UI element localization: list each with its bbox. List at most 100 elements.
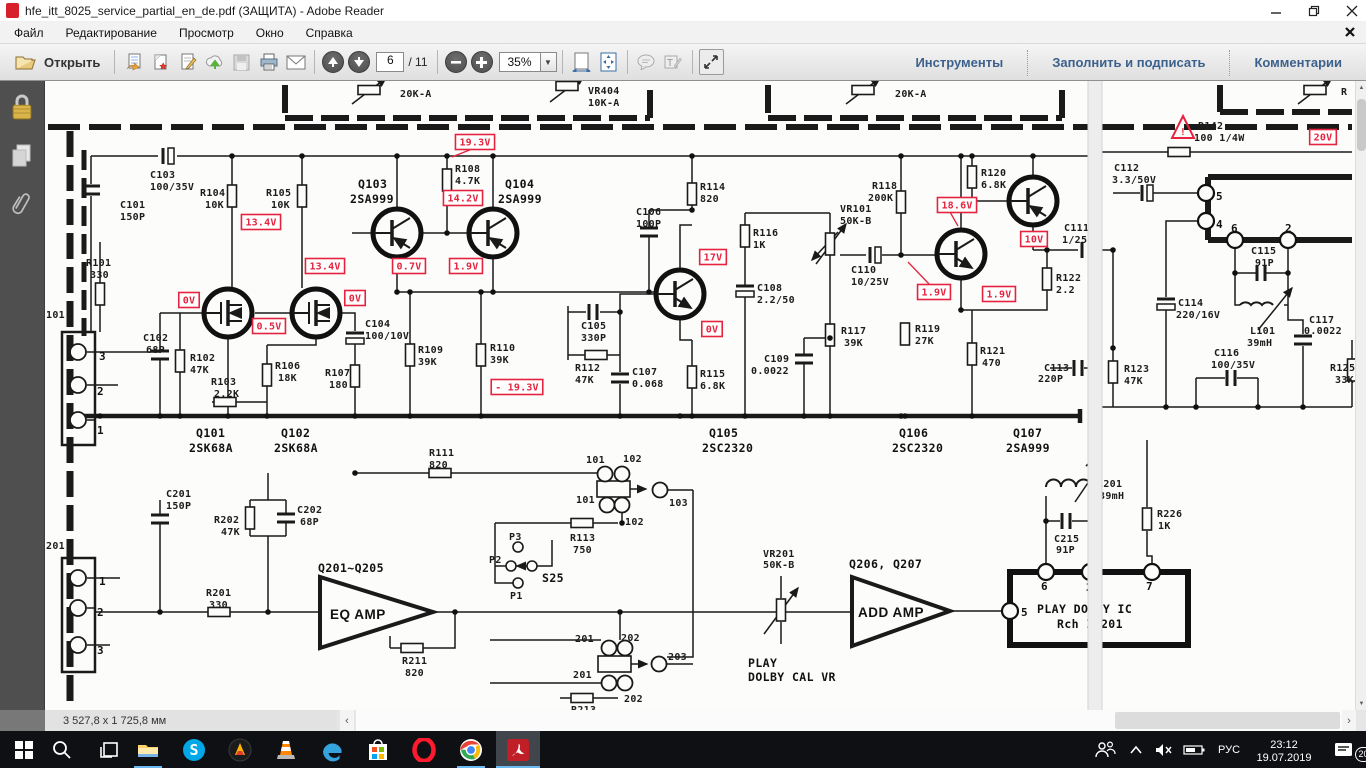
previous-page-button[interactable] [322, 51, 344, 73]
svg-text:C202: C202 [297, 505, 322, 516]
svg-text:100/35V: 100/35V [150, 182, 194, 193]
print-icon [259, 53, 279, 71]
svg-text:14.2V: 14.2V [447, 194, 478, 205]
file-explorer-button[interactable] [126, 731, 170, 768]
svg-text:R226: R226 [1157, 509, 1182, 520]
sign-document-button[interactable] [175, 49, 200, 75]
microsoft-store-button[interactable] [356, 731, 400, 768]
lock-icon[interactable] [10, 93, 34, 121]
page-number-input[interactable]: 6 [376, 52, 404, 72]
text-markup-button[interactable]: T [661, 49, 686, 75]
chrome-button[interactable] [449, 731, 493, 768]
people-icon[interactable] [1088, 741, 1122, 759]
scroll-down-icon[interactable]: ▼ [1356, 697, 1366, 710]
tray-chevron-icon[interactable] [1122, 746, 1150, 754]
open-button[interactable]: Открыть [8, 50, 109, 75]
expand-arrows-icon [703, 54, 719, 70]
reading-mode-button[interactable] [699, 49, 724, 75]
scroll-left-icon[interactable]: ‹ [340, 710, 354, 731]
opera-button[interactable] [402, 731, 446, 768]
windows-logo-icon [15, 741, 33, 759]
search-icon [52, 740, 72, 760]
comment-bubble-button[interactable] [634, 49, 659, 75]
create-pdf-button[interactable] [148, 49, 173, 75]
close-button[interactable] [1346, 5, 1358, 17]
horizontal-scroll-thumb[interactable] [1115, 712, 1340, 729]
search-button[interactable] [40, 731, 84, 768]
comments-link[interactable]: Комментарии [1240, 55, 1356, 70]
svg-text:220/16V: 220/16V [1176, 310, 1220, 321]
skype-button[interactable]: S [172, 731, 216, 768]
email-button[interactable] [283, 49, 308, 75]
menu-window[interactable]: Окно [256, 26, 284, 40]
svg-text:R211: R211 [402, 656, 427, 667]
aimp-button[interactable] [218, 731, 262, 768]
vlc-button[interactable] [264, 731, 308, 768]
fit-width-button[interactable] [569, 49, 594, 75]
svg-text:39mH: 39mH [1247, 338, 1272, 349]
horizontal-scrollbar[interactable] [356, 710, 1342, 731]
svg-text:C111: C111 [1064, 223, 1089, 234]
svg-text:91P: 91P [1255, 258, 1274, 269]
save-button[interactable] [229, 49, 254, 75]
svg-text:3: 3 [99, 350, 106, 363]
send-file-button[interactable] [121, 49, 146, 75]
zoom-dropdown-caret[interactable]: ▼ [541, 52, 557, 72]
svg-text:6.8K: 6.8K [981, 180, 1006, 191]
svg-text:0.0022: 0.0022 [751, 366, 789, 377]
svg-text:P3: P3 [509, 532, 522, 543]
edge-button[interactable] [310, 731, 354, 768]
next-page-button[interactable] [348, 51, 370, 73]
pdf-page[interactable]: !20K-AVR40410K-A20K-ARC103100/35VC101150… [45, 81, 1355, 710]
navigation-sidebar [0, 81, 45, 710]
fit-page-button[interactable] [596, 49, 621, 75]
language-indicator[interactable]: РУС [1210, 744, 1248, 756]
battery-icon[interactable] [1178, 744, 1210, 756]
scroll-right-icon[interactable]: › [1342, 710, 1356, 731]
svg-text:100/35V: 100/35V [1211, 360, 1255, 371]
fit-page-icon [599, 52, 618, 72]
volume-muted-icon[interactable] [1150, 743, 1178, 757]
menu-file[interactable]: Файл [14, 26, 44, 40]
status-bar: 3 527,8 x 1 725,8 мм ‹ › [0, 710, 1366, 731]
adobe-reader-taskbar-button[interactable] [496, 731, 540, 768]
svg-text:!: ! [1180, 127, 1186, 138]
upload-cloud-button[interactable] [202, 49, 227, 75]
svg-text:R103: R103 [211, 377, 236, 388]
svg-text:0.7V: 0.7V [397, 262, 422, 273]
menu-help[interactable]: Справка [306, 26, 353, 40]
svg-text:C104: C104 [365, 319, 390, 330]
svg-text:C113: C113 [1044, 363, 1069, 374]
svg-text:R123: R123 [1124, 364, 1149, 375]
minimize-button[interactable] [1270, 5, 1282, 17]
fill-sign-link[interactable]: Заполнить и подписать [1038, 55, 1219, 70]
pages-panel-icon[interactable] [10, 143, 34, 169]
svg-text:39mH: 39mH [1099, 491, 1124, 502]
vertical-scroll-thumb[interactable] [1357, 99, 1366, 151]
scroll-up-icon[interactable]: ▲ [1356, 81, 1366, 94]
menu-edit[interactable]: Редактирование [66, 26, 157, 40]
svg-text:20V: 20V [1314, 133, 1333, 144]
close-document-icon[interactable] [1344, 26, 1356, 38]
zoom-level-value[interactable]: 35% [499, 52, 541, 72]
svg-text:2SK68A: 2SK68A [189, 441, 233, 455]
tools-link[interactable]: Инструменты [901, 55, 1017, 70]
notification-icon [1334, 742, 1353, 758]
print-button[interactable] [256, 49, 281, 75]
menu-view[interactable]: Просмотр [179, 26, 234, 40]
svg-text:103: 103 [669, 498, 688, 509]
vertical-scrollbar[interactable]: ▲ ▼ [1355, 81, 1366, 710]
fit-width-icon [572, 52, 591, 72]
attachments-icon[interactable] [11, 191, 33, 221]
arrow-up-icon [328, 57, 338, 67]
svg-text:13.4V: 13.4V [245, 218, 276, 229]
zoom-in-button[interactable] [471, 51, 493, 73]
restore-button[interactable] [1308, 5, 1320, 17]
clock[interactable]: 23:12 19.07.2019 [1248, 734, 1320, 765]
zoom-out-button[interactable] [445, 51, 467, 73]
task-view-icon [100, 741, 120, 759]
svg-text:C106: C106 [636, 207, 661, 218]
svg-text:0.068: 0.068 [632, 379, 664, 390]
action-center-button[interactable]: 20 [1320, 742, 1366, 758]
svg-text:102: 102 [625, 517, 644, 528]
